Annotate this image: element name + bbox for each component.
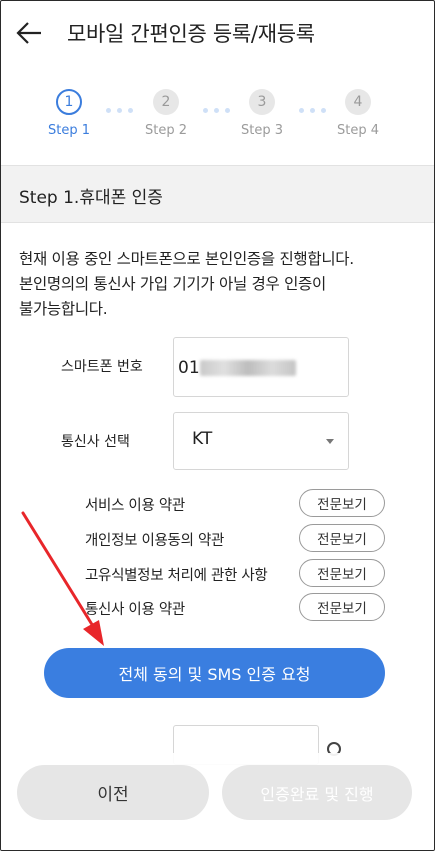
terms-label: 개인정보 이용동의 약관: [85, 533, 225, 549]
phone-input[interactable]: 01: [173, 337, 349, 397]
step-number: 3: [249, 89, 275, 115]
terms-row: 고유식별정보 처리에 관한 사항 전문보기: [85, 559, 385, 587]
back-button[interactable]: [11, 17, 47, 49]
arrow-left-icon: [16, 22, 41, 44]
terms-label: 고유식별정보 처리에 관한 사항: [85, 568, 268, 584]
step-4: 4 Step 4: [328, 89, 388, 138]
step-label: Step 2: [144, 123, 187, 138]
step-2: 2 Step 2: [136, 89, 196, 138]
terms-row: 서비스 이용 약관 전문보기: [85, 489, 385, 517]
step-label: Step 3: [240, 123, 283, 138]
bottom-action-bar: 이전 인증완료 및 진행: [1, 753, 434, 850]
carrier-label: 통신사 선택: [61, 434, 130, 450]
step-label: Step 1: [47, 123, 90, 138]
agree-all-sms-button[interactable]: 전체 동의 및 SMS 인증 요청: [44, 648, 385, 698]
page-title: 모바일 간편인증 등록/재등록: [67, 22, 315, 46]
step-number: 1: [56, 89, 82, 115]
step-connector: [106, 108, 133, 113]
stepper: 1 Step 1 2 Step 2 3 Step 3 4 Step 4: [1, 81, 434, 163]
step-connector: [203, 108, 230, 113]
step-label: Step 4: [336, 123, 379, 138]
section-title: Step 1.휴대폰 인증: [19, 188, 163, 208]
redacted-phone-digits: [200, 360, 296, 376]
description-line: 불가능합니다.: [19, 300, 108, 318]
phone-label: 스마트폰 번호: [61, 359, 143, 375]
carrier-select[interactable]: KT: [173, 412, 349, 470]
step-number: 4: [345, 89, 371, 115]
description: 현재 이용 중인 스마트폰으로 본인인증을 진행합니다. 본인명의의 통신사 가…: [19, 247, 419, 322]
section-header: Step 1.휴대폰 인증: [1, 165, 434, 223]
terms-label: 통신사 이용 약관: [85, 602, 185, 618]
phone-value: 01: [178, 358, 200, 378]
terms-label: 서비스 이용 약관: [85, 498, 185, 514]
carrier-value: KT: [192, 429, 213, 449]
complete-button[interactable]: 인증완료 및 진행: [222, 765, 412, 820]
view-terms-button[interactable]: 전문보기: [299, 593, 385, 621]
step-number: 2: [153, 89, 179, 115]
header: 모바일 간편인증 등록/재등록: [1, 1, 434, 65]
view-terms-button[interactable]: 전문보기: [299, 524, 385, 552]
prev-button[interactable]: 이전: [17, 765, 209, 820]
description-line: 본인명의의 통신사 가입 기기가 아닐 경우 인증이: [19, 275, 326, 293]
terms-row: 통신사 이용 약관 전문보기: [85, 593, 385, 621]
step-3: 3 Step 3: [232, 89, 292, 138]
terms-row: 개인정보 이용동의 약관 전문보기: [85, 524, 385, 552]
description-line: 현재 이용 중인 스마트폰으로 본인인증을 진행합니다.: [19, 250, 354, 268]
step-1: 1 Step 1: [39, 89, 99, 138]
view-terms-button[interactable]: 전문보기: [299, 489, 385, 517]
view-terms-button[interactable]: 전문보기: [299, 559, 385, 587]
chevron-down-icon: [326, 439, 334, 444]
step-connector: [299, 108, 326, 113]
app-frame: 모바일 간편인증 등록/재등록 1 Step 1 2 Step 2 3 Step…: [0, 0, 435, 851]
